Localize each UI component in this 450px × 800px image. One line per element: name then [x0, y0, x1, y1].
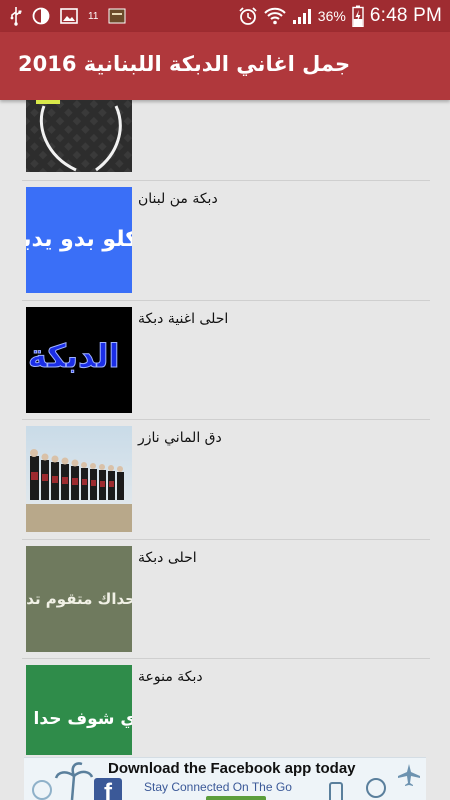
notification-icon	[108, 8, 126, 24]
olive-text-thumbnail: حداك متقوم تدبك	[26, 546, 132, 652]
list-item[interactable]	[0, 100, 450, 180]
thumbnail-caption: ي شوف حدا	[33, 709, 132, 729]
ad-title: Download the Facebook app today	[108, 760, 356, 777]
image-icon	[60, 8, 78, 24]
status-bar-left-icons: 11	[10, 5, 126, 27]
ad-banner[interactable]: f Download the Facebook app today Stay C…	[24, 757, 426, 800]
earphones-image	[26, 100, 132, 172]
wifi-icon	[264, 7, 286, 25]
songs-list[interactable]: كلو بدو يدبك دبكة من لبنان الدبكة احلى ا…	[0, 100, 450, 755]
list-item-label: دبكة من لبنان	[138, 191, 218, 207]
list-item-label: احلى دبكة	[138, 550, 197, 566]
app-title: جمل اغاني الدبكة اللبنانية 2016	[18, 52, 351, 76]
ad-subtitle: Stay Connected On The Go	[144, 780, 292, 794]
list-item-label: احلى اغنية دبكة	[138, 311, 229, 327]
phone-icon	[329, 782, 343, 800]
thumbnail-caption: الدبكة	[28, 337, 121, 376]
earphones-thumbnail	[26, 100, 132, 172]
dancers-photo	[26, 426, 132, 532]
app-bar: جمل اغاني الدبكة اللبنانية 2016	[0, 32, 450, 100]
signal-strength-11-icon: 11	[88, 10, 99, 22]
list-item-label: دق الماني نازر	[138, 430, 222, 446]
ad-install-button[interactable]	[206, 796, 266, 800]
thumbnail-caption: كلو بدو يدبك	[26, 227, 132, 252]
thumbnail-caption: حداك متقوم تدبك	[26, 590, 132, 608]
facebook-logo-icon: f	[94, 778, 122, 800]
ad-settings-icon	[366, 778, 386, 798]
alarm-icon	[239, 7, 257, 25]
status-bar: 11 36% 6:48 PM	[0, 0, 450, 32]
cell-signal-icon	[292, 9, 311, 24]
battery-charging-icon	[352, 5, 364, 27]
list-item[interactable]: الدبكة احلى اغنية دبكة	[0, 301, 450, 421]
usb-icon	[10, 7, 22, 26]
dancers-thumbnail	[26, 426, 132, 532]
do-not-disturb-icon	[32, 7, 50, 25]
list-item[interactable]: دق الماني نازر	[0, 420, 450, 540]
status-bar-right-icons: 36% 6:48 PM	[238, 4, 442, 28]
list-item-label: دبكة منوعة	[138, 669, 203, 685]
list-item[interactable]: حداك متقوم تدبك احلى دبكة	[0, 540, 450, 660]
list-item[interactable]: ي شوف حدا دبكة منوعة	[0, 659, 450, 755]
clock: 6:48 PM	[369, 5, 442, 26]
blue-text-thumbnail: كلو بدو يدبك	[26, 187, 132, 293]
airplane-icon	[398, 764, 420, 786]
black-blue-calligraphy-thumbnail: الدبكة	[26, 307, 132, 413]
list-item[interactable]: كلو بدو يدبك دبكة من لبنان	[0, 181, 450, 301]
battery-percent: 36%	[317, 8, 346, 24]
green-text-thumbnail: ي شوف حدا	[26, 665, 132, 755]
